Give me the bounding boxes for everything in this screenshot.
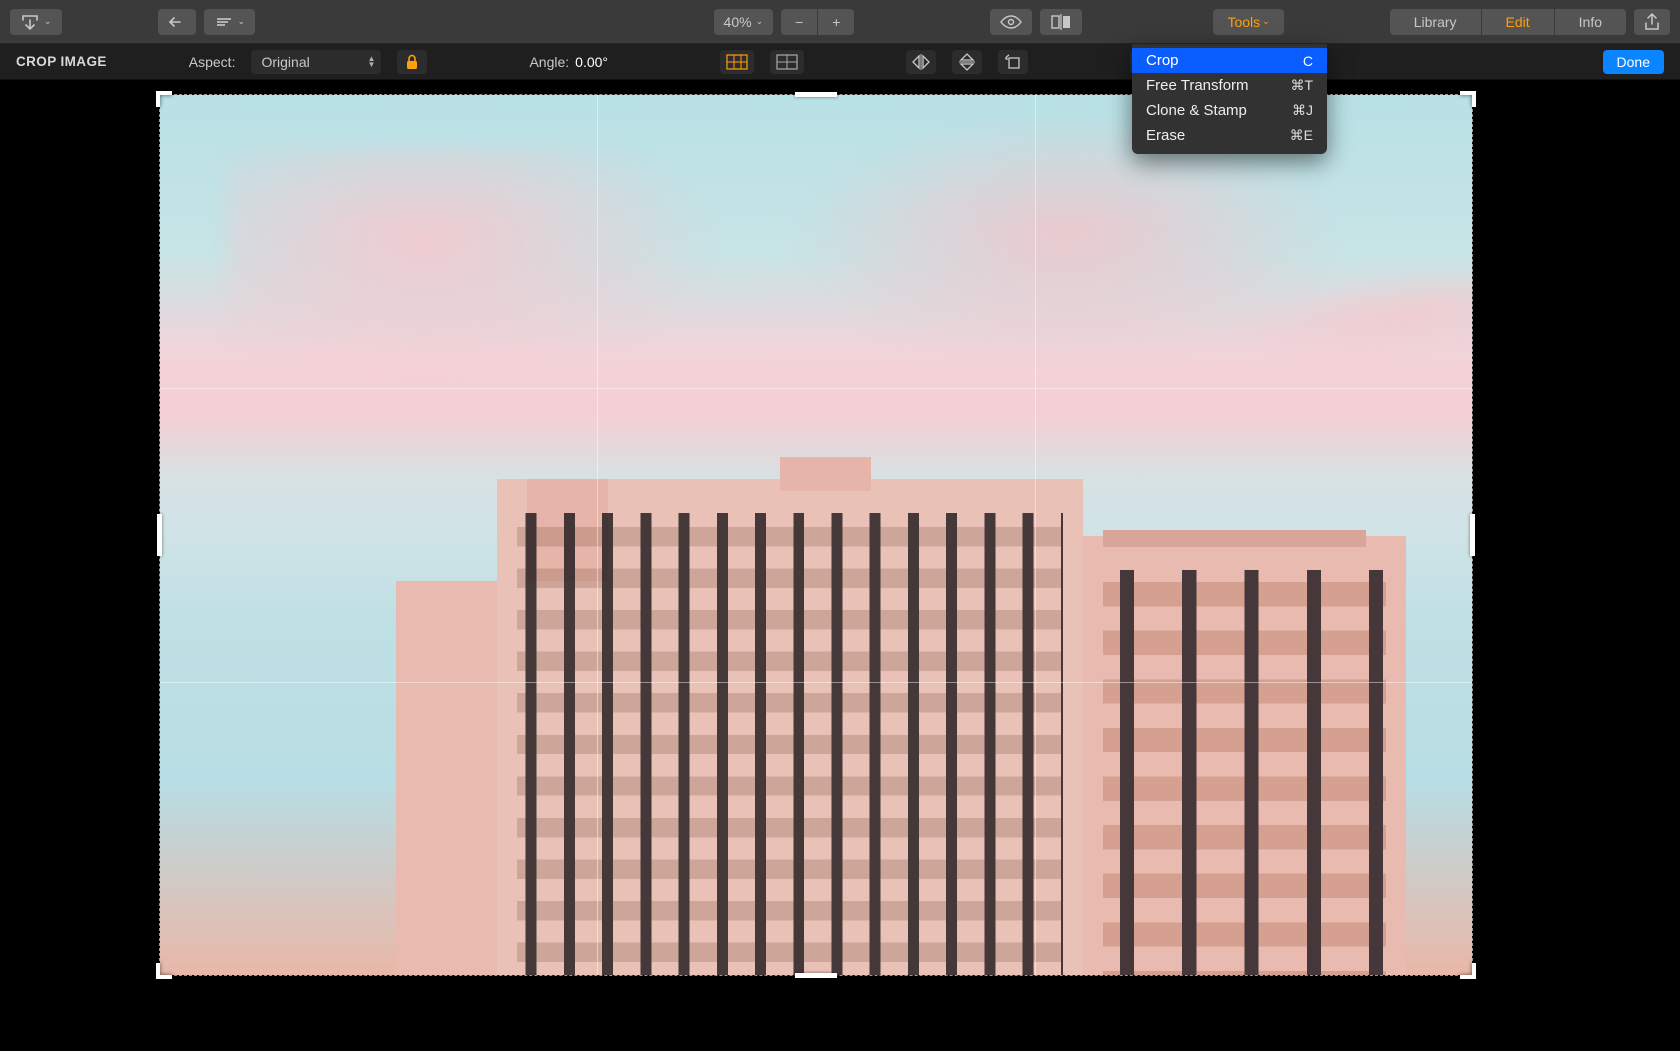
- aspect-label: Aspect:: [189, 54, 236, 70]
- rotate-button[interactable]: [998, 50, 1028, 74]
- menu-shortcut: C: [1303, 53, 1313, 69]
- zoom-stepper: − +: [781, 9, 854, 35]
- zoom-select[interactable]: 40% ⌄: [714, 9, 774, 35]
- crop-toolbar: CROP IMAGE Aspect: Original ▲▼ Angle: 0.…: [0, 44, 1680, 80]
- share-button[interactable]: [1634, 9, 1670, 35]
- export-button[interactable]: ⌄: [10, 9, 62, 35]
- menu-shortcut: ⌘E: [1290, 127, 1313, 144]
- canvas-area: [0, 80, 1680, 1051]
- tools-menu-free-transform[interactable]: Free Transform ⌘T: [1132, 73, 1327, 98]
- done-button[interactable]: Done: [1603, 50, 1664, 74]
- menu-label: Erase: [1146, 127, 1185, 144]
- flip-horizontal-button[interactable]: [906, 50, 936, 74]
- undo-button[interactable]: [158, 9, 196, 35]
- mode-library[interactable]: Library: [1390, 9, 1481, 35]
- aspect-lock-toggle[interactable]: [397, 50, 427, 74]
- compare-button[interactable]: [1040, 9, 1082, 35]
- flip-vertical-button[interactable]: [952, 50, 982, 74]
- menu-shortcut: ⌘J: [1292, 102, 1313, 119]
- crop-handle-bottom[interactable]: [795, 973, 837, 978]
- tools-menu-erase[interactable]: Erase ⌘E: [1132, 123, 1327, 148]
- crop-handle-right[interactable]: [1470, 514, 1475, 556]
- tools-dropdown-button[interactable]: Tools⌄: [1213, 9, 1283, 35]
- crop-handle-top[interactable]: [795, 92, 837, 97]
- crop-handle-top-right[interactable]: [1454, 91, 1476, 113]
- tools-label: Tools: [1227, 14, 1260, 30]
- zoom-out-button[interactable]: −: [781, 9, 817, 35]
- crop-handle-bottom-right[interactable]: [1454, 957, 1476, 979]
- preview-toggle[interactable]: [990, 9, 1032, 35]
- zoom-in-button[interactable]: +: [818, 9, 854, 35]
- menu-label: Clone & Stamp: [1146, 102, 1247, 119]
- image-canvas[interactable]: [160, 95, 1472, 975]
- menu-label: Crop: [1146, 52, 1179, 69]
- tools-menu: Crop C Free Transform ⌘T Clone & Stamp ⌘…: [1132, 44, 1327, 154]
- tools-menu-crop[interactable]: Crop C: [1132, 48, 1327, 73]
- mode-segmented-control: Library Edit Info: [1390, 9, 1626, 35]
- crop-title: CROP IMAGE: [16, 54, 107, 69]
- angle-value: 0.00°: [575, 54, 608, 70]
- mode-info[interactable]: Info: [1555, 9, 1626, 35]
- menu-shortcut: ⌘T: [1290, 77, 1313, 94]
- top-toolbar: ⌄ ⌄ 40% ⌄ − + Tools⌄ Library Edit Info: [0, 0, 1680, 44]
- grid-golden-button[interactable]: [770, 50, 804, 74]
- aspect-select[interactable]: Original ▲▼: [251, 50, 381, 74]
- mode-edit[interactable]: Edit: [1482, 9, 1554, 35]
- tools-menu-clone-stamp[interactable]: Clone & Stamp ⌘J: [1132, 98, 1327, 123]
- crop-region[interactable]: [160, 95, 1472, 975]
- aspect-value: Original: [261, 54, 309, 70]
- crop-handle-bottom-left[interactable]: [156, 957, 178, 979]
- menu-label: Free Transform: [1146, 77, 1249, 94]
- crop-handle-left[interactable]: [157, 514, 162, 556]
- zoom-value: 40%: [724, 14, 752, 30]
- history-button[interactable]: ⌄: [204, 9, 256, 35]
- crop-handle-top-left[interactable]: [156, 91, 178, 113]
- angle-label: Angle:: [529, 54, 569, 70]
- grid-thirds-button[interactable]: [720, 50, 754, 74]
